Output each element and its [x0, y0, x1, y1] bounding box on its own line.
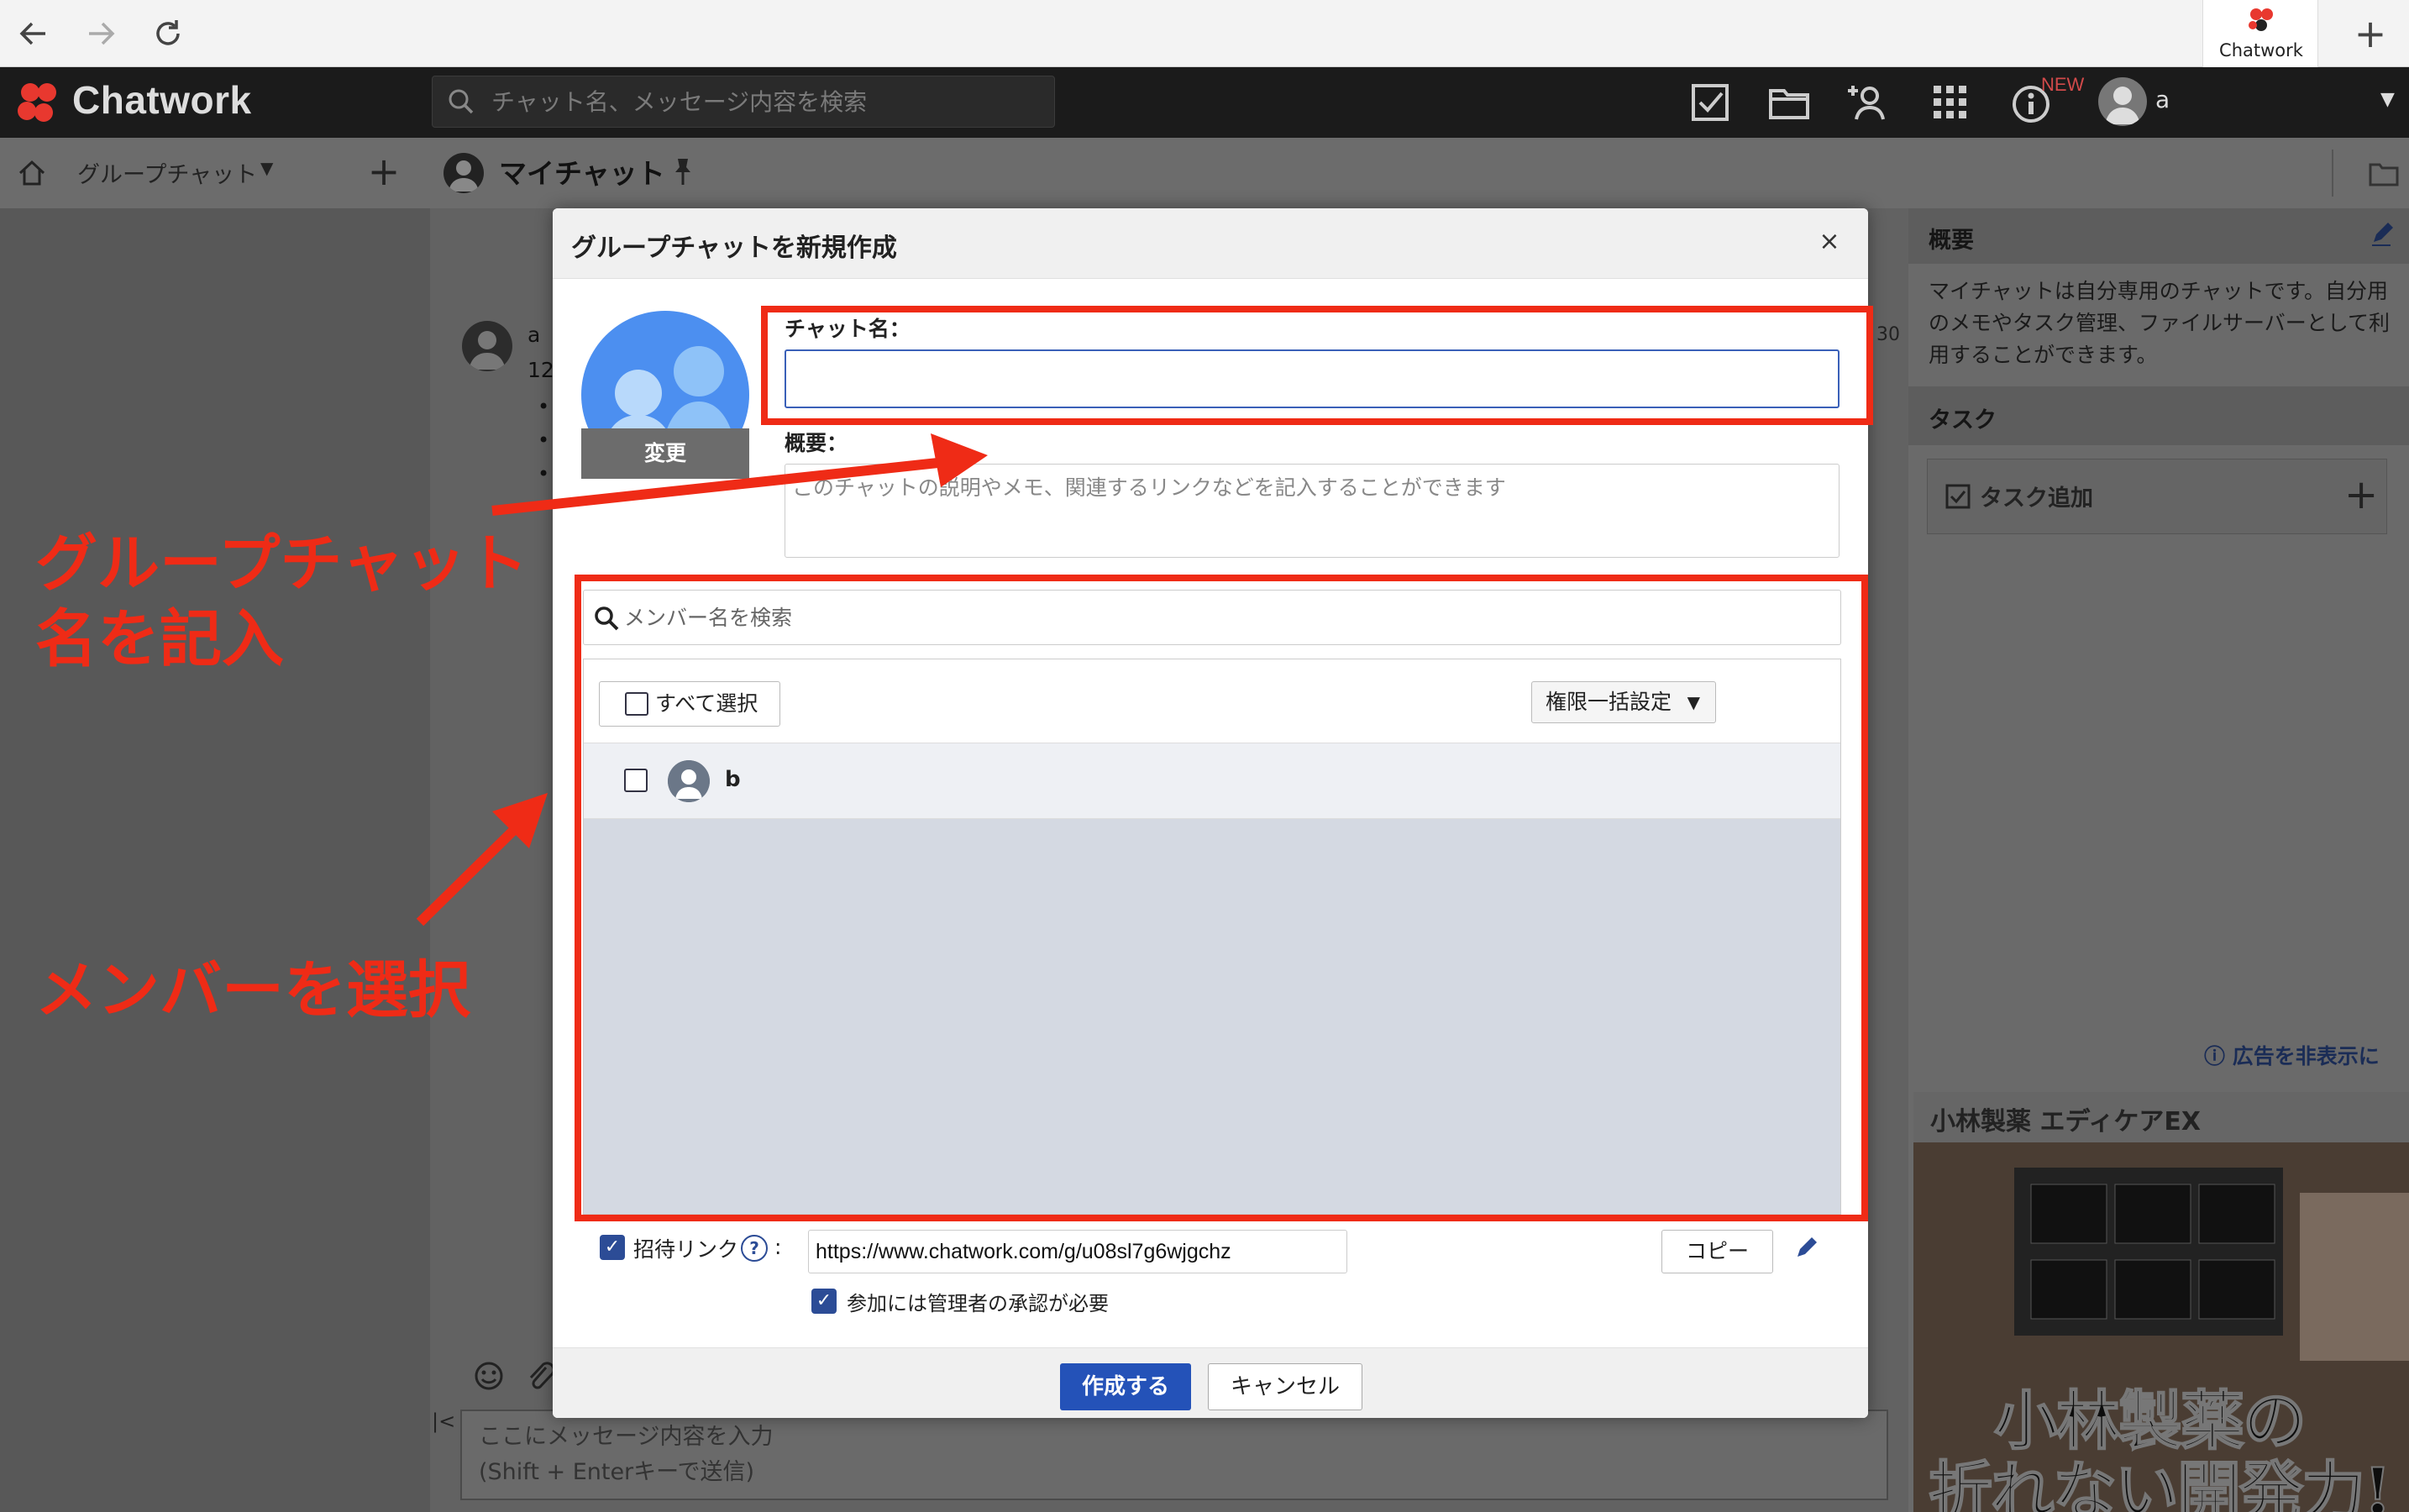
message-compose-input[interactable]: ここにメッセージ内容を入力 (Shift + Enterキーで送信): [460, 1410, 1888, 1500]
room-subheader: グループチャット ▼ + マイチャット: [0, 138, 2409, 208]
ad-brand-text: 小林製薬 エディケアEX: [1930, 1107, 2201, 1137]
approval-required-label: 参加には管理者の承認が必要: [847, 1292, 1109, 1315]
emoji-icon[interactable]: [472, 1359, 506, 1393]
paperclip-icon[interactable]: [526, 1359, 556, 1393]
pencil-icon[interactable]: [1792, 1235, 1818, 1263]
add-contact-icon[interactable]: [1846, 79, 1893, 126]
annotation-text-group-name: 名を記入: [35, 603, 284, 675]
dialog-header: グループチャットを新規作成 ×: [553, 208, 1868, 279]
folder-icon[interactable]: [2367, 158, 2401, 188]
message-sender: a: [527, 323, 541, 347]
overview-description: マイチャットは自分専用のチャットです。自分用のメモやタスク管理、ファイルサーバー…: [1929, 279, 2391, 367]
avatar[interactable]: [462, 321, 512, 371]
back-arrow-icon[interactable]: [12, 12, 55, 55]
pin-icon[interactable]: [670, 156, 695, 186]
browser-tab-label: Chatwork: [2219, 40, 2303, 60]
chevron-down-icon[interactable]: ▼: [2380, 89, 2395, 110]
invite-link-field[interactable]: [808, 1230, 1347, 1273]
approval-required-checkbox[interactable]: ✓: [811, 1289, 837, 1314]
message-timestamp: 30: [1876, 324, 1900, 345]
info-icon: ⓘ: [2204, 1044, 2233, 1068]
task-header: タスク: [1908, 386, 2409, 445]
add-task-label: タスク追加: [1980, 486, 2093, 512]
label-colon: :: [774, 1235, 782, 1259]
pencil-icon[interactable]: [2369, 220, 2394, 249]
chatwork-logo-icon: [2245, 7, 2277, 35]
ad-headline: 折れない開発力!: [1928, 1453, 2392, 1512]
room-info-panel: 概要 マイチャットは自分専用のチャットです。自分用のメモやタスク管理、ファイルサ…: [1908, 208, 2409, 1512]
app-header: Chatwork NEW a ▼: [0, 67, 2409, 138]
app-logo-text[interactable]: Chatwork: [72, 77, 252, 123]
compose-hint: (Shift + Enterキーで送信): [479, 1459, 755, 1485]
search-input[interactable]: [491, 81, 1037, 122]
annotation-text-group-name: グループチャット: [35, 528, 528, 600]
add-room-button[interactable]: +: [363, 148, 405, 195]
home-icon[interactable]: [17, 158, 47, 188]
task-check-icon[interactable]: [1687, 79, 1734, 126]
collapse-icon[interactable]: |<: [432, 1410, 455, 1433]
browser-toolbar: Chatwork +: [0, 0, 2409, 67]
copy-button[interactable]: コピー: [1661, 1230, 1774, 1273]
apps-grid-icon[interactable]: [1927, 79, 1974, 126]
overview-textarea[interactable]: [785, 464, 1840, 558]
reload-icon[interactable]: [146, 12, 190, 55]
forward-arrow-icon[interactable]: [79, 12, 123, 55]
message-text: 12: [527, 358, 554, 382]
add-task-button[interactable]: タスク追加 +: [1927, 459, 2387, 534]
annotation-highlight-chat-name: [761, 306, 1873, 425]
new-badge: NEW: [2041, 74, 2085, 95]
list-bullet: •: [538, 462, 550, 486]
user-name[interactable]: a: [2155, 86, 2170, 113]
user-avatar[interactable]: [2098, 77, 2147, 126]
dialog-title: グループチャットを新規作成: [571, 234, 897, 263]
overview-title: 概要: [1929, 228, 1974, 254]
plus-icon: +: [2344, 471, 2379, 518]
advertisement-banner[interactable]: 小林製薬 エディケアEX 小林製薬の 折れない開発力!: [1913, 1092, 2409, 1512]
new-tab-button[interactable]: +: [2349, 12, 2392, 55]
task-title: タスク: [1929, 407, 1997, 433]
overview-header: 概要: [1908, 208, 2409, 264]
chevron-down-icon[interactable]: ▼: [260, 158, 273, 178]
annotation-highlight-members: [575, 575, 1868, 1221]
cancel-button[interactable]: キャンセル: [1208, 1363, 1363, 1410]
invite-link-checkbox[interactable]: ✓: [600, 1235, 625, 1260]
create-button[interactable]: 作成する: [1060, 1363, 1192, 1410]
hide-ads-label: 広告を非表示に: [2232, 1044, 2380, 1068]
search-icon: [446, 87, 476, 117]
room-title: マイチャット: [499, 157, 665, 190]
invite-link-label: 招待リンク: [633, 1237, 739, 1262]
annotation-text-members: メンバーを選択: [35, 954, 470, 1026]
dialog-footer: 作成する キャンセル: [553, 1347, 1868, 1418]
help-icon[interactable]: ?: [741, 1235, 768, 1262]
hide-ads-link[interactable]: ⓘ 広告を非表示に: [2204, 1040, 2380, 1070]
group-chat-filter[interactable]: グループチャット: [77, 156, 257, 189]
room-list-sidebar: [0, 208, 430, 1512]
list-bullet: •: [538, 395, 550, 418]
global-search[interactable]: [432, 76, 1055, 128]
room-avatar: [443, 153, 484, 193]
list-bullet: •: [538, 428, 550, 452]
close-icon[interactable]: ×: [1813, 225, 1846, 259]
browser-tab-chatwork[interactable]: Chatwork: [2202, 0, 2318, 67]
compose-placeholder: ここにメッセージ内容を入力: [479, 1424, 774, 1450]
change-icon-button[interactable]: 変更: [581, 428, 749, 479]
chatwork-logo-icon: [15, 81, 62, 126]
overview-field-label: 概要：: [785, 431, 848, 455]
checkbox-icon: [1945, 483, 1971, 510]
divider: [2332, 150, 2333, 197]
folder-icon[interactable]: [1766, 79, 1813, 126]
